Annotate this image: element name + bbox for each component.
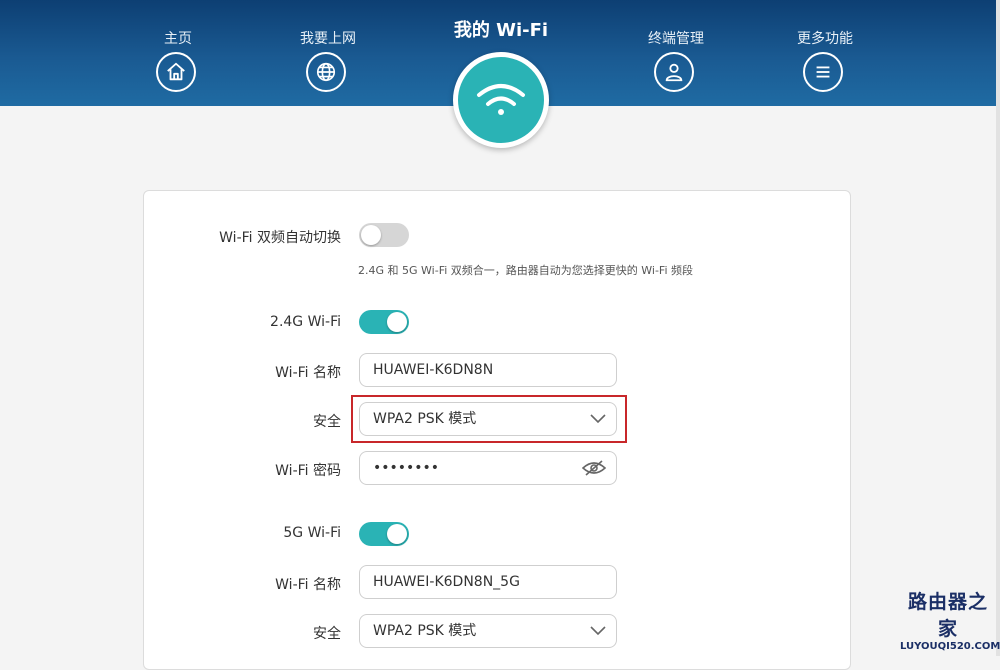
dual-band-hint: 2.4G 和 5G Wi-Fi 双频合一，路由器自动为您选择更快的 Wi-Fi … xyxy=(358,264,694,277)
band24-password-input[interactable]: •••••••• xyxy=(359,451,617,485)
toggle-knob xyxy=(361,225,381,245)
band5-security-label: 安全 xyxy=(313,626,341,642)
watermark-url: LUYOUQI520.COM xyxy=(900,641,1000,652)
nav-label-devices: 终端管理 xyxy=(648,31,704,47)
user-icon xyxy=(654,52,694,92)
nav-label-my-wifi[interactable]: 我的 Wi-Fi xyxy=(430,16,572,42)
my-wifi-nav-button[interactable] xyxy=(453,52,549,148)
band5-label: 5G Wi-Fi xyxy=(283,525,341,541)
band24-label: 2.4G Wi-Fi xyxy=(270,314,341,330)
band5-name-input[interactable]: HUAWEI-K6DN8N_5G xyxy=(359,565,617,599)
highlight-box xyxy=(351,395,627,443)
eye-hidden-icon[interactable] xyxy=(582,452,606,484)
band5-toggle[interactable] xyxy=(359,522,409,546)
band24-toggle[interactable] xyxy=(359,310,409,334)
watermark-text: 路由器之家 xyxy=(907,591,988,640)
watermark-logo: 路由器之家 LUYOUQI520.COM xyxy=(900,587,1000,652)
band5-name-label: Wi-Fi 名称 xyxy=(275,577,341,593)
scrollbar[interactable] xyxy=(996,0,1000,656)
globe-icon xyxy=(306,52,346,92)
band24-security-label: 安全 xyxy=(313,414,341,430)
nav-label-internet: 我要上网 xyxy=(300,31,356,47)
chevron-down-icon xyxy=(590,615,606,647)
band5-name-value: HUAWEI-K6DN8N_5G xyxy=(373,574,520,590)
band24-name-input[interactable]: HUAWEI-K6DN8N xyxy=(359,353,617,387)
toggle-knob xyxy=(387,312,407,332)
band5-security-value: WPA2 PSK 模式 xyxy=(373,623,477,639)
toggle-knob xyxy=(387,524,407,544)
band24-password-label: Wi-Fi 密码 xyxy=(275,463,341,479)
nav-label-home: 主页 xyxy=(164,31,192,47)
menu-icon xyxy=(803,52,843,92)
wifi-icon xyxy=(477,84,525,115)
nav-label-more: 更多功能 xyxy=(797,31,853,47)
dual-band-toggle[interactable] xyxy=(359,223,409,247)
band24-name-label: Wi-Fi 名称 xyxy=(275,365,341,381)
band24-name-value: HUAWEI-K6DN8N xyxy=(373,362,494,378)
home-icon xyxy=(156,52,196,92)
band5-security-select[interactable]: WPA2 PSK 模式 xyxy=(359,614,617,648)
band24-password-value: •••••••• xyxy=(373,460,440,476)
dual-band-label: Wi-Fi 双频自动切换 xyxy=(219,230,341,246)
